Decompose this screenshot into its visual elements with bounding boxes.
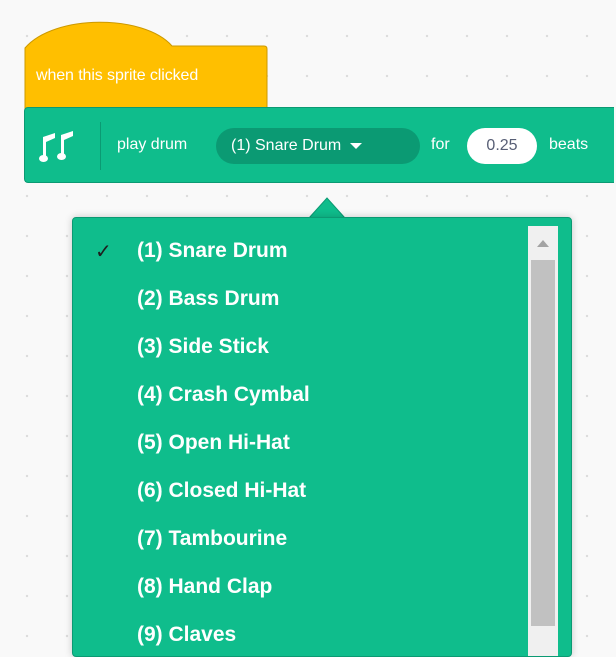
for-label: for [431, 136, 450, 153]
menu-item-label: (3) Side Stick [137, 335, 269, 358]
menu-item-label: (4) Crash Cymbal [137, 383, 310, 406]
scroll-up-button[interactable] [528, 226, 558, 260]
menu-item-label: (7) Tambourine [137, 527, 288, 550]
scrollbar-thumb[interactable] [531, 260, 555, 626]
menu-item-bass-drum[interactable]: (2) Bass Drum [73, 275, 528, 323]
menu-item-side-stick[interactable]: (3) Side Stick [73, 323, 528, 371]
menu-item-open-hi-hat[interactable]: (5) Open Hi-Hat [73, 419, 528, 467]
arrow-up-icon [537, 239, 549, 247]
menu-scrollbar[interactable] [528, 226, 558, 656]
menu-item-crash-cymbal[interactable]: (4) Crash Cymbal [73, 371, 528, 419]
when-sprite-clicked-block[interactable]: when this sprite clicked [24, 18, 268, 112]
checkmark-icon: ✓ [95, 241, 112, 263]
menu-item-label: (8) Hand Clap [137, 575, 273, 598]
menu-item-hand-clap[interactable]: (8) Hand Clap [73, 563, 528, 611]
menu-item-label: (5) Open Hi-Hat [137, 431, 290, 454]
beats-label: beats [549, 136, 589, 153]
menu-item-label: (1) Snare Drum [137, 239, 288, 262]
menu-item-closed-hi-hat[interactable]: (6) Closed Hi-Hat [73, 467, 528, 515]
play-drum-block[interactable]: play drum (1) Snare Drum for 0.25 beats [24, 107, 614, 183]
play-drum-label: play drum [117, 136, 188, 153]
music-notes-icon [39, 131, 73, 162]
menu-item-label: (9) Claves [137, 623, 237, 646]
drum-dropdown-menu: ✓ (1) Snare Drum (2) Bass Drum (3) Side … [72, 217, 572, 657]
beats-input[interactable]: 0.25 [467, 128, 537, 164]
menu-item-label: (2) Bass Drum [137, 287, 280, 310]
menu-item-tambourine[interactable]: (7) Tambourine [73, 515, 528, 563]
drum-menu-list: ✓ (1) Snare Drum (2) Bass Drum (3) Side … [73, 227, 528, 656]
caret-down-icon [350, 143, 363, 149]
block-divider [100, 122, 101, 170]
drum-dropdown-value: (1) Snare Drum [231, 137, 342, 154]
menu-item-claves[interactable]: (9) Claves [73, 611, 528, 656]
menu-item-snare-drum[interactable]: ✓ (1) Snare Drum [73, 227, 528, 275]
hat-block-label: when this sprite clicked [36, 67, 199, 84]
menu-item-label: (6) Closed Hi-Hat [137, 479, 307, 502]
hat-block-shape [24, 21, 268, 111]
drum-dropdown[interactable]: (1) Snare Drum [216, 128, 420, 164]
